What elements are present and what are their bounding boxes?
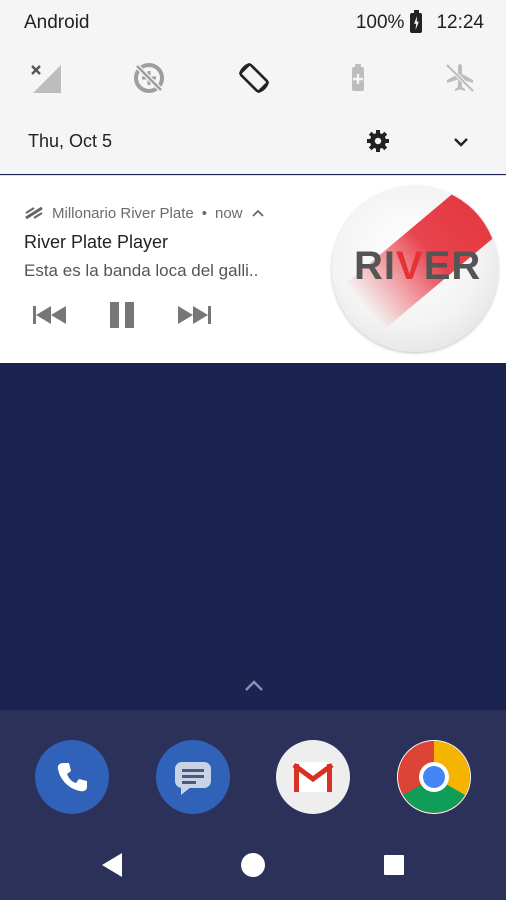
settings-gear-icon[interactable] <box>365 128 391 154</box>
auto-rotate-icon[interactable] <box>236 60 272 96</box>
battery-saver-icon[interactable] <box>340 60 376 96</box>
notification-text: Esta es la banda loca del galli.. <box>24 261 259 280</box>
clock: 12:24 <box>436 12 484 33</box>
battery-charging-icon <box>410 10 423 33</box>
app-drawer-chevron-icon[interactable] <box>241 676 267 696</box>
notification-time: now <box>214 204 243 222</box>
album-art: RIVER <box>332 186 498 352</box>
messages-icon[interactable] <box>156 740 230 814</box>
album-art-text: RIVER <box>354 244 482 288</box>
media-notification[interactable]: Millonario River Plate • now River Plate… <box>0 175 506 363</box>
home-icon[interactable] <box>240 852 266 878</box>
date-label: Thu, Oct 5 <box>28 131 113 151</box>
dock <box>0 710 506 825</box>
notification-title: River Plate Player <box>24 232 169 252</box>
previous-icon[interactable] <box>28 298 72 332</box>
back-icon[interactable] <box>99 852 125 878</box>
app-small-icon <box>25 206 43 220</box>
navigation-bar <box>0 825 506 900</box>
battery-percent: 100% <box>355 12 405 33</box>
data-saver-off-icon[interactable] <box>131 60 167 96</box>
header-separator: • <box>201 204 207 222</box>
carrier-label: Android <box>24 12 90 33</box>
airplane-mode-icon[interactable] <box>442 60 478 96</box>
gmail-icon[interactable] <box>276 740 350 814</box>
collapse-chevron-icon[interactable] <box>251 208 265 218</box>
media-controls <box>28 298 216 332</box>
signal-off-icon[interactable] <box>28 60 64 96</box>
chrome-icon[interactable] <box>397 740 471 814</box>
pause-icon[interactable] <box>100 298 144 332</box>
status-bar: Android 100% 12:24 <box>0 0 506 46</box>
recents-icon[interactable] <box>381 852 407 878</box>
status-right: 100% 12:24 <box>355 10 484 34</box>
expand-chevron-icon[interactable] <box>449 130 473 154</box>
quick-settings-panel: Thu, Oct 5 <box>0 46 506 174</box>
phone-icon[interactable] <box>35 740 109 814</box>
notification-header: Millonario River Plate • now <box>24 204 265 222</box>
next-icon[interactable] <box>172 298 216 332</box>
app-name: Millonario River Plate <box>52 204 194 222</box>
